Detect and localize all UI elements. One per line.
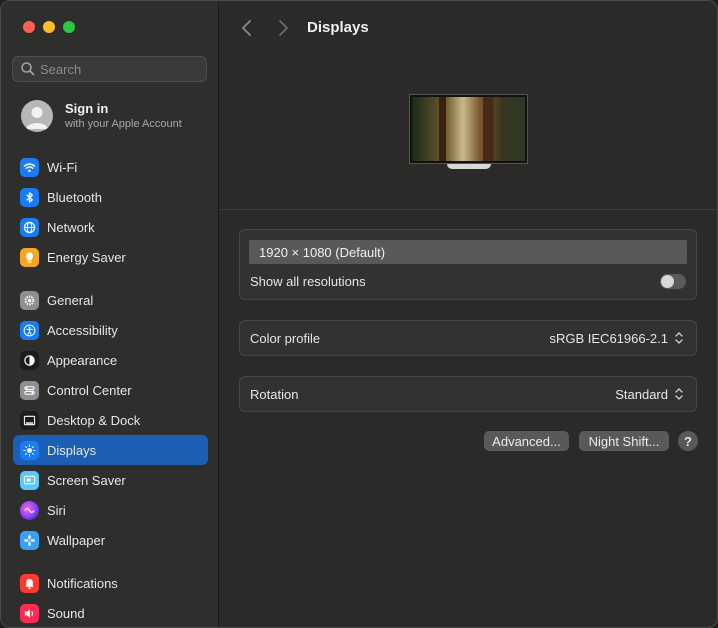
sun-icon [20,440,39,460]
sidebar-item-label: Appearance [47,352,118,368]
sidebar-item-label: Control Center [47,382,132,398]
appearance-icon [20,350,39,370]
sidebar-item-label: Notifications [47,575,118,591]
speaker-icon [20,603,39,623]
color-profile-label: Color profile [250,330,321,346]
color-profile-group: Color profile sRGB IEC61966-2.1 [239,320,697,356]
lightbulb-icon [20,247,39,267]
sidebar-group-network: Wi-Fi Bluetooth Network Energy Saver [13,152,208,272]
sidebar-item-label: General [47,292,94,308]
sidebar-item-network[interactable]: Network [13,212,208,242]
sidebar-item-label: Wallpaper [47,532,106,548]
sign-in-title: Sign in [65,101,109,116]
search-icon [21,62,35,76]
sidebar-item-label: Desktop & Dock [47,412,141,428]
resolution-group: 1920 × 1080 (Default) Show all resolutio… [239,229,697,300]
sidebar-item-label: Siri [47,502,66,518]
night-shift-button[interactable]: Night Shift... [579,431,669,451]
sidebar-item-general[interactable]: General [13,285,208,315]
accessibility-icon [20,320,39,340]
sidebar-item-label: Displays [47,442,97,458]
page-title: Displays [307,19,369,36]
sidebar-item-label: Sound [47,605,85,621]
sidebar-item-label: Energy Saver [47,249,126,265]
back-chevron-icon[interactable] [239,18,255,38]
bell-icon [20,573,39,593]
wallpaper-icon [20,530,39,550]
control-center-icon [20,380,39,400]
color-profile-popup[interactable]: sRGB IEC61966-2.1 [549,330,686,346]
avatar-icon [21,100,53,132]
sidebar-item-appearance[interactable]: Appearance [13,345,208,375]
sidebar-item-wifi[interactable]: Wi-Fi [13,152,208,182]
bluetooth-icon [20,187,39,207]
sidebar-item-label: Bluetooth [47,189,102,205]
show-all-resolutions-toggle[interactable] [660,273,686,289]
display-stand [447,164,491,169]
sidebar: Sign in with your Apple Account Wi-Fi Bl… [1,1,219,627]
up-down-chevron-icon [675,332,683,344]
sidebar-item-siri[interactable]: Siri [13,495,208,525]
minimize-window-button[interactable] [43,21,55,33]
display-thumbnail[interactable] [409,94,528,164]
advanced-button[interactable]: Advanced... [484,431,569,451]
wifi-icon [20,157,39,177]
sidebar-item-notifications[interactable]: Notifications [13,568,208,598]
close-window-button[interactable] [23,21,35,33]
sidebar-item-label: Accessibility [47,322,118,338]
rotation-popup[interactable]: Standard [615,386,686,402]
color-profile-row: Color profile sRGB IEC61966-2.1 [240,321,696,355]
account-sign-in[interactable]: Sign in with your Apple Account [21,100,182,132]
rotation-row: Rotation Standard [240,377,696,411]
main-pane: Displays 1920 × 1080 (Default) Show all … [219,1,717,627]
dock-icon [20,410,39,430]
globe-icon [20,217,39,237]
sidebar-item-bluetooth[interactable]: Bluetooth [13,182,208,212]
rotation-value: Standard [615,386,668,402]
sidebar-item-label: Wi-Fi [47,159,78,175]
color-profile-value: sRGB IEC61966-2.1 [549,330,668,346]
toolbar: Displays [219,1,717,57]
window-controls [23,21,75,33]
sidebar-item-screen-saver[interactable]: Screen Saver [13,465,208,495]
sidebar-item-accessibility[interactable]: Accessibility [13,315,208,345]
siri-icon [20,500,39,520]
display-arrangement [219,57,717,210]
up-down-chevron-icon [675,388,683,400]
rotation-label: Rotation [250,386,299,402]
sidebar-item-displays[interactable]: Displays [13,435,208,465]
forward-chevron-icon[interactable] [275,18,291,38]
system-settings-window: Sign in with your Apple Account Wi-Fi Bl… [0,0,718,628]
sidebar-item-control-center[interactable]: Control Center [13,375,208,405]
zoom-window-button[interactable] [63,21,75,33]
rotation-group: Rotation Standard [239,376,697,412]
sidebar-item-wallpaper[interactable]: Wallpaper [13,525,208,555]
help-button[interactable]: ? [678,431,698,451]
sidebar-group-notifications: Notifications Sound [13,568,208,627]
sign-in-subtitle: with your Apple Account [65,118,182,130]
screen-saver-icon [20,470,39,490]
show-all-resolutions-row: Show all resolutions [240,264,696,298]
resolution-option-selected[interactable]: 1920 × 1080 (Default) [249,240,687,264]
sidebar-group-system: General Accessibility Appearance Control… [13,285,208,555]
sidebar-item-sound[interactable]: Sound [13,598,208,627]
wallpaper-preview [412,97,525,161]
show-all-resolutions-label: Show all resolutions [250,273,366,289]
gear-icon [20,290,39,310]
sidebar-item-energy-saver[interactable]: Energy Saver [13,242,208,272]
sidebar-item-label: Screen Saver [47,472,126,488]
sidebar-item-desktop-dock[interactable]: Desktop & Dock [13,405,208,435]
search-input[interactable] [38,61,190,77]
search-field[interactable] [12,56,207,82]
sidebar-item-label: Network [47,219,95,235]
